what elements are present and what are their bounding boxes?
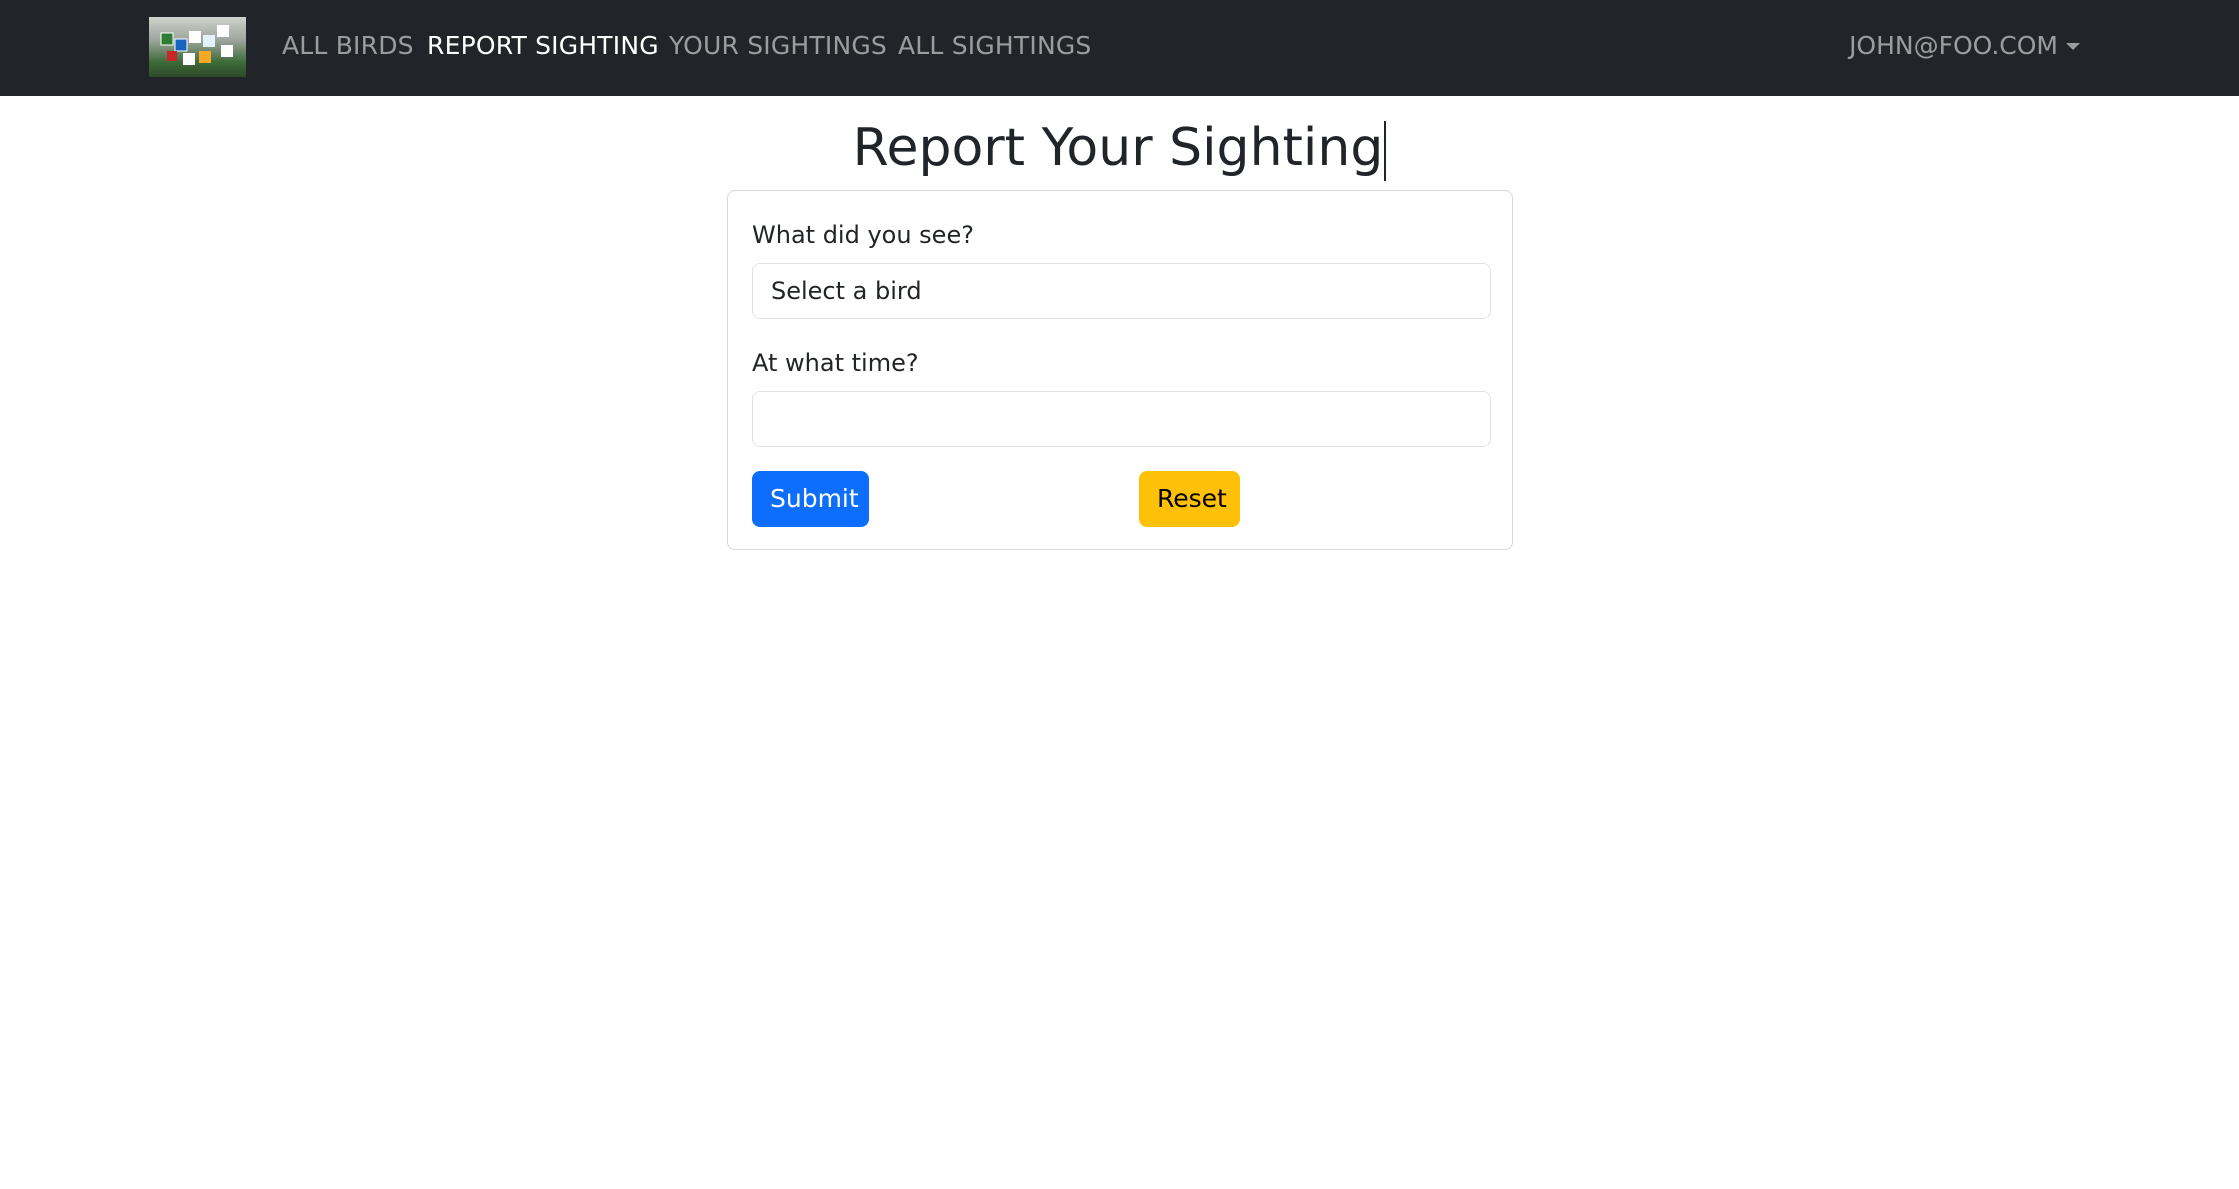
- reset-button[interactable]: Reset: [1139, 471, 1240, 527]
- time-input[interactable]: [752, 391, 1491, 447]
- time-label: At what time?: [752, 349, 919, 377]
- page-title: Report Your Sighting: [0, 112, 2239, 184]
- top-navbar: ALL BIRDS REPORT SIGHTING YOUR SIGHTINGS…: [0, 0, 2239, 96]
- text-cursor: [1384, 121, 1387, 181]
- brand-logo[interactable]: [149, 17, 246, 77]
- page-title-text: Report Your Sighting: [852, 118, 1384, 178]
- bird-select[interactable]: Select a bird: [752, 263, 1491, 319]
- birds-logo-icon: [160, 25, 233, 65]
- nav-report-sighting[interactable]: REPORT SIGHTING: [427, 28, 659, 64]
- sighting-form: What did you see? Select a bird At what …: [727, 190, 1513, 550]
- caret-down-icon: [2066, 42, 2080, 50]
- submit-button[interactable]: Submit: [752, 471, 869, 527]
- nav-your-sightings[interactable]: YOUR SIGHTINGS: [669, 28, 887, 64]
- nav-all-sightings[interactable]: ALL SIGHTINGS: [898, 28, 1092, 64]
- bird-label: What did you see?: [752, 221, 974, 249]
- nav-all-birds[interactable]: ALL BIRDS: [282, 28, 414, 64]
- user-menu-dropdown[interactable]: JOHN@FOO.COM: [1849, 28, 2080, 64]
- user-email: JOHN@FOO.COM: [1849, 31, 2058, 60]
